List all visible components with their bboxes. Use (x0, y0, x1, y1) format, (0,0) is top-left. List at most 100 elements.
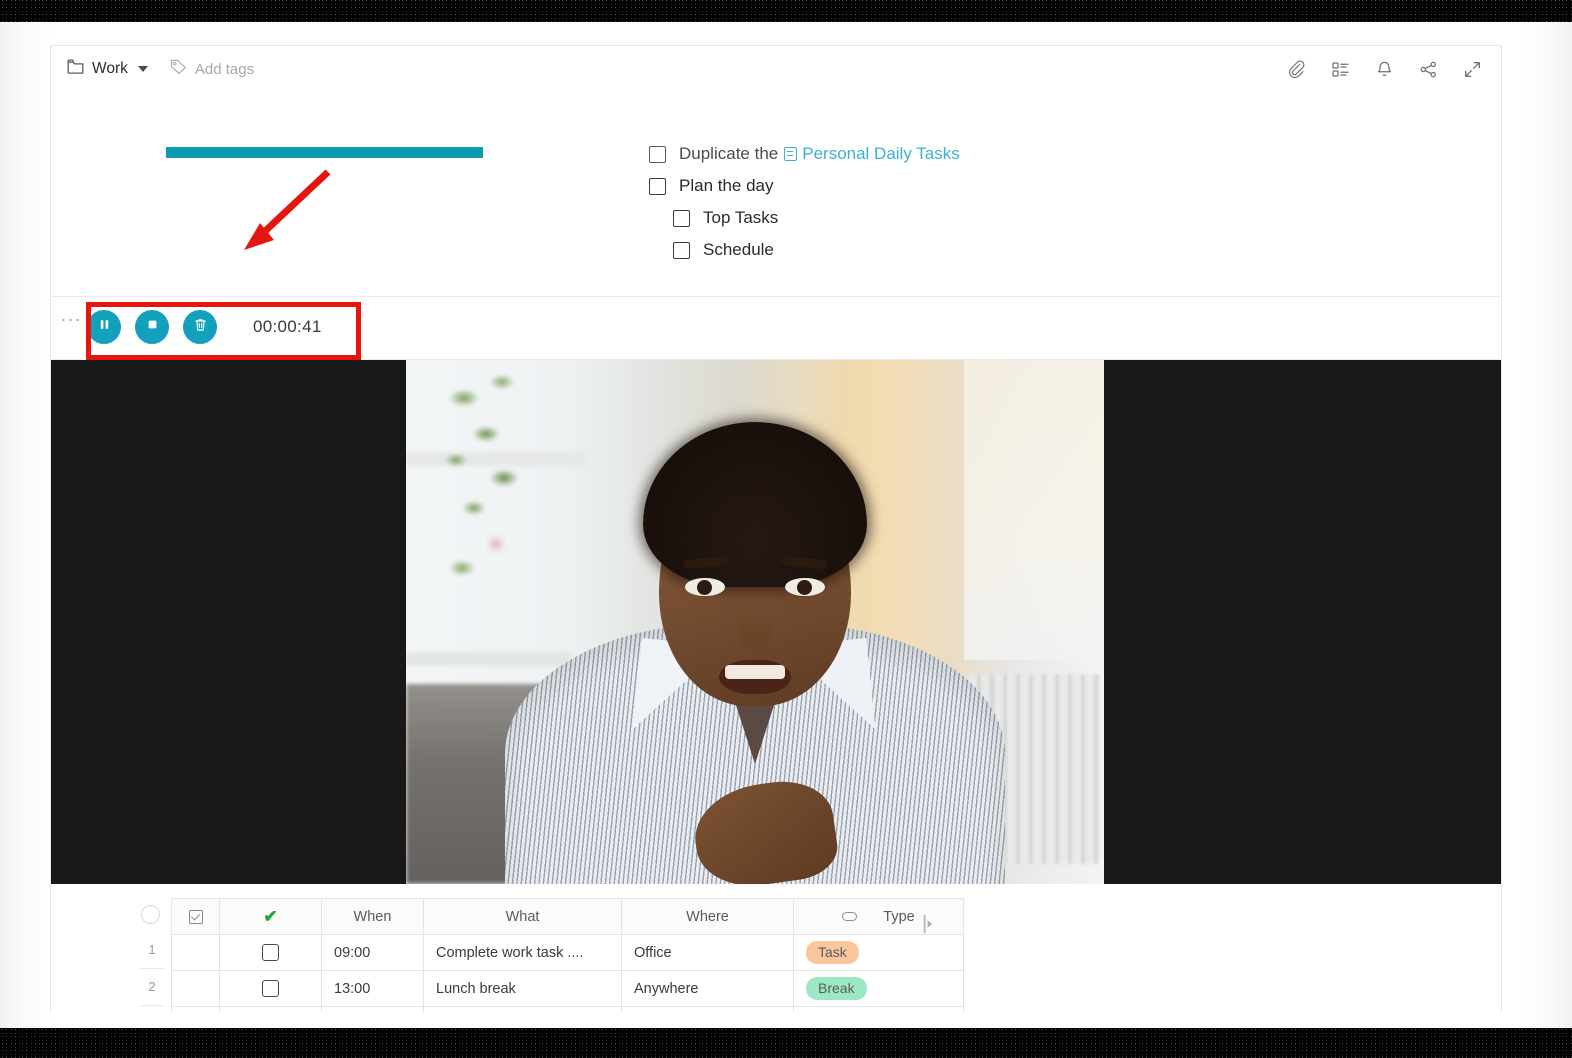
checklist-label: Plan the day (679, 176, 774, 195)
toolbar-left-group: Work Add tags (67, 59, 254, 80)
cell-where[interactable]: Office (621, 1006, 794, 1012)
table-row[interactable]: 13:00 Lunch break Anywhere Break (171, 970, 964, 1007)
row-done-checkbox[interactable] (262, 980, 279, 997)
stop-recording-button[interactable] (135, 310, 169, 344)
video-shelf-lower (406, 652, 571, 666)
column-header-when[interactable]: When (321, 898, 424, 935)
attachment-icon[interactable] (1285, 58, 1307, 80)
row-select-cell[interactable] (171, 970, 220, 1007)
column-expand-handle[interactable] (923, 914, 935, 934)
screen-root: Work Add tags Duplicate the Personal Dai… (0, 0, 1572, 1058)
checklist-item[interactable]: Duplicate the Personal Daily Tasks (649, 138, 1209, 170)
expand-icon[interactable] (1461, 58, 1483, 80)
document-reference-icon (784, 147, 798, 161)
document-reference-link[interactable]: Personal Daily Tasks (784, 144, 960, 164)
schedule-table-region: 1 2 3 ✔ When What Where (51, 884, 1501, 1012)
row-done-cell[interactable] (219, 934, 322, 971)
video-person-teeth (725, 665, 785, 679)
cell-where[interactable]: Office (621, 934, 794, 971)
cell-when[interactable]: 14:00 (321, 1006, 424, 1012)
checklist-label: Duplicate the (679, 144, 779, 163)
column-header-where[interactable]: Where (621, 898, 794, 935)
table-body: 09:00 Complete work task .... Office Tas… (171, 934, 964, 1012)
chevron-down-icon[interactable] (137, 66, 148, 72)
folder-selector[interactable]: Work (67, 59, 148, 79)
status-badge: Break (806, 977, 867, 1000)
video-person-nose (738, 612, 772, 650)
video-window-light (964, 360, 1104, 660)
video-letterbox[interactable] (51, 360, 1501, 884)
bell-icon[interactable] (1373, 58, 1395, 80)
add-tags-button[interactable]: Add tags (170, 59, 254, 80)
status-badge: Task (806, 941, 859, 964)
checklist-checkbox[interactable] (649, 145, 666, 163)
checklist-item[interactable]: Schedule (649, 234, 1209, 266)
video-noise-band-top (0, 0, 1572, 22)
cell-when[interactable]: 13:00 (321, 970, 424, 1007)
table-row[interactable]: 09:00 Complete work task .... Office Tas… (171, 934, 964, 971)
row-number: 2 (139, 969, 165, 1006)
document-reference-label: Personal Daily Tasks (802, 144, 960, 163)
toolbar-actions (1285, 58, 1483, 80)
row-select-cell[interactable] (171, 934, 220, 971)
checkbox-column-icon (188, 909, 203, 924)
checklist-label: Top Tasks (703, 208, 779, 227)
column-header-what[interactable]: What (423, 898, 622, 935)
checklist-item[interactable]: Plan the day (649, 170, 1209, 202)
column-header-type-label: Type (883, 908, 915, 925)
cell-what[interactable]: Lunch break (423, 970, 622, 1007)
pause-icon (98, 318, 111, 336)
select-all-circle[interactable] (141, 905, 160, 924)
checklist-checkbox[interactable] (673, 241, 690, 259)
note-toolbar: Work Add tags (51, 46, 1501, 92)
pill-column-icon (842, 912, 858, 922)
schedule-table: ✔ When What Where Type 09:00 Complete wo… (171, 898, 964, 1012)
table-row-gutter: 1 2 3 (139, 898, 165, 1012)
row-done-checkbox[interactable] (262, 944, 279, 961)
checklist-item[interactable]: Top Tasks (649, 202, 1209, 234)
cell-type[interactable]: Task (793, 934, 964, 971)
column-header-done[interactable]: ✔ (219, 898, 322, 935)
recording-controls: 00:00:41 (87, 305, 322, 349)
cell-when[interactable]: 09:00 (321, 934, 424, 971)
row-done-cell[interactable] (219, 1006, 322, 1012)
green-check-icon: ✔ (263, 906, 278, 926)
row-select-cell[interactable] (171, 1006, 220, 1012)
cell-type[interactable]: Break (793, 970, 964, 1007)
cell-type[interactable]: Event (793, 1006, 964, 1012)
add-tags-label: Add tags (194, 60, 255, 78)
trash-icon (193, 317, 208, 337)
video-person-eye-left (685, 578, 725, 596)
share-icon[interactable] (1417, 58, 1439, 80)
video-person-mouth (719, 660, 791, 694)
page-edge-shade-right (1520, 22, 1572, 1028)
page-edge-shade-left (0, 22, 52, 1028)
folder-label: Work (92, 60, 128, 77)
stop-icon (146, 318, 159, 336)
row-number: 3 (139, 1006, 165, 1012)
checklist-label: Schedule (703, 240, 774, 259)
video-noise-band-bottom (0, 1028, 1572, 1058)
checklist-checkbox[interactable] (673, 209, 690, 227)
recording-control-block: ... 00:00:41 (51, 296, 1501, 360)
pause-recording-button[interactable] (87, 310, 121, 344)
webcam-recording-preview[interactable] (406, 360, 1104, 884)
note-checklist: Duplicate the Personal Daily Tasks Plan … (649, 138, 1209, 266)
note-app-window: Work Add tags Duplicate the Personal Dai… (50, 45, 1502, 1012)
details-list-icon[interactable] (1329, 58, 1351, 80)
video-hanging-plant (434, 368, 584, 618)
checklist-checkbox[interactable] (649, 177, 666, 195)
row-done-cell[interactable] (219, 970, 322, 1007)
cell-where[interactable]: Anywhere (621, 970, 794, 1007)
cell-what[interactable]: Team meeting ... (423, 1006, 622, 1012)
table-row[interactable]: 14:00 Team meeting ... Office Event (171, 1006, 964, 1012)
table-header: ✔ When What Where Type (171, 898, 964, 935)
cell-what[interactable]: Complete work task .... (423, 934, 622, 971)
block-drag-handle[interactable]: ... (61, 305, 82, 326)
column-header-type[interactable]: Type (793, 898, 964, 935)
column-header-select[interactable] (171, 898, 220, 935)
folder-icon (67, 59, 84, 79)
highlighted-text-bar (166, 147, 483, 158)
table-header-row: ✔ When What Where Type (171, 898, 964, 935)
delete-recording-button[interactable] (183, 310, 217, 344)
